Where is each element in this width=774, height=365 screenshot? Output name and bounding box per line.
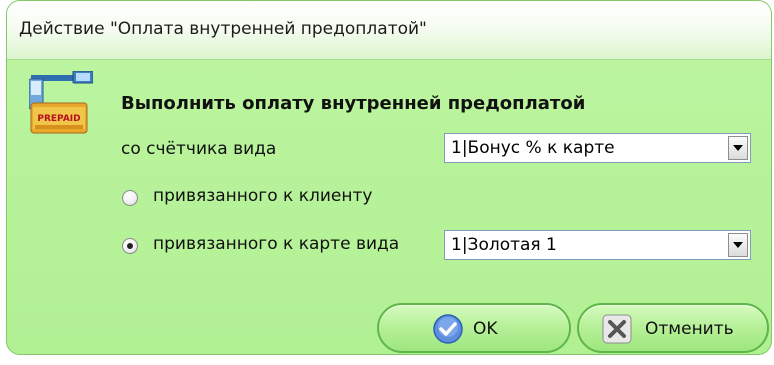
- check-icon: [433, 314, 463, 344]
- counter-label: со счётчика вида: [121, 139, 277, 159]
- title-bar[interactable]: Действие "Оплата внутренней предоплатой": [7, 1, 771, 60]
- radio-bound-to-card-type[interactable]: [122, 238, 138, 254]
- radio-client-label[interactable]: привязанного к клиенту: [153, 186, 372, 206]
- window-title: Действие "Оплата внутренней предоплатой": [19, 19, 427, 39]
- ok-button[interactable]: OK: [377, 303, 571, 353]
- card-type-value: 1|Золотая 1: [451, 235, 557, 255]
- ok-label: OK: [473, 319, 498, 339]
- icon-badge-text: PREPAID: [37, 114, 80, 124]
- cancel-label: Отменить: [645, 319, 734, 339]
- dropdown-arrow-icon[interactable]: [728, 233, 748, 257]
- close-x-icon: [602, 314, 632, 344]
- action-dialog: Действие "Оплата внутренней предоплатой"…: [6, 0, 772, 355]
- prepaid-terminal-icon: PREPAID: [29, 71, 93, 134]
- dropdown-arrow-icon[interactable]: [728, 136, 748, 160]
- cancel-button[interactable]: Отменить: [577, 303, 769, 353]
- action-heading: Выполнить оплату внутренней предоплатой: [121, 93, 586, 114]
- radio-card-label[interactable]: привязанного к карте вида: [153, 234, 399, 254]
- radio-bound-to-client[interactable]: [122, 190, 138, 206]
- card-type-select[interactable]: 1|Золотая 1: [444, 230, 751, 260]
- counter-type-value: 1|Бонус % к карте: [451, 138, 615, 158]
- counter-type-select[interactable]: 1|Бонус % к карте: [444, 133, 751, 163]
